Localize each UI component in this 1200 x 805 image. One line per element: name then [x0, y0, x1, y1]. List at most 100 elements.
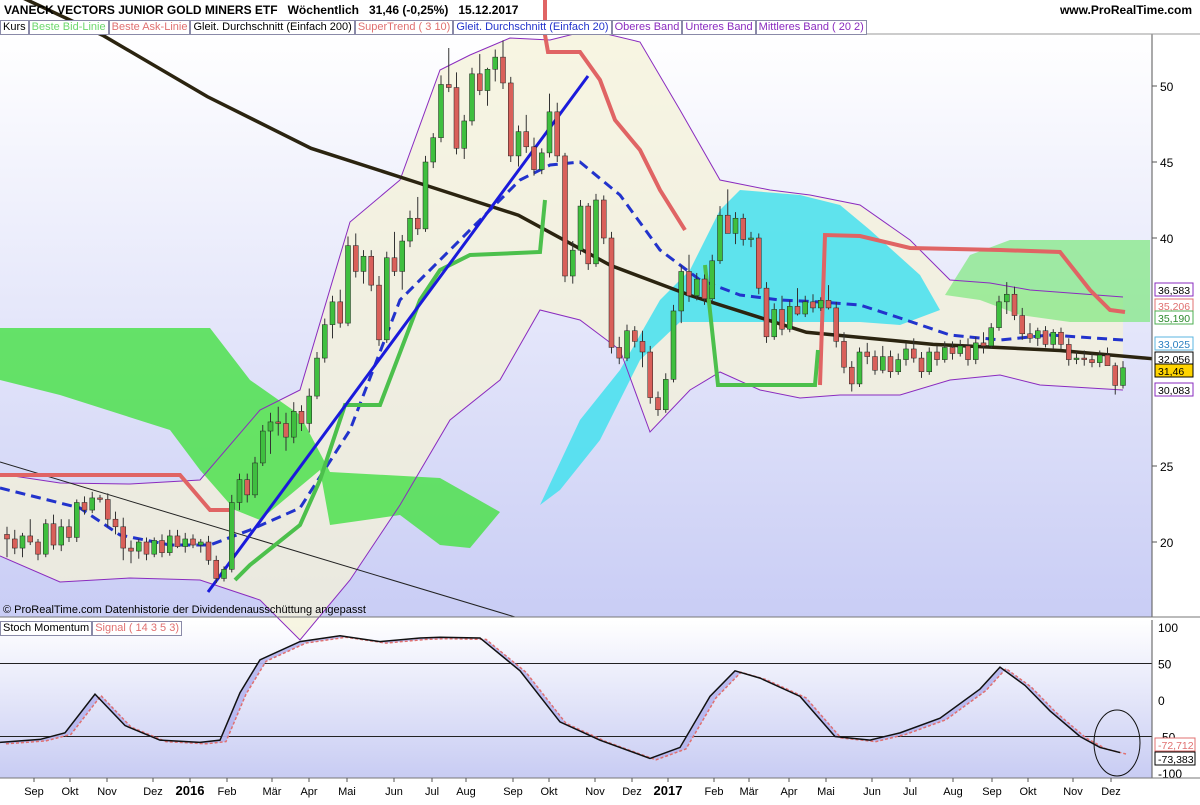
candle-body [329, 301, 336, 325]
legend-item[interactable]: Unteres Band [682, 20, 756, 35]
candle-body [1104, 354, 1111, 366]
candle-body [709, 260, 715, 300]
chart-header: VANECK VECTORS JUNIOR GOLD MINERS ETF Wö… [0, 0, 1200, 20]
x-tick-label: Okt [61, 786, 78, 798]
candle-body [438, 84, 444, 138]
price-tick-label: 40 [1160, 232, 1174, 246]
candle-body [732, 217, 739, 234]
candle-body [523, 131, 529, 148]
legend-item[interactable]: Oberes Band [611, 20, 683, 35]
legend-item[interactable]: Beste Bid-Linie [28, 20, 109, 35]
price-tick-label: 20 [1160, 536, 1174, 550]
candle-body [841, 341, 847, 368]
candle-body [12, 538, 18, 549]
site-link[interactable]: www.ProRealTime.com [1060, 3, 1192, 17]
momentum-badge-label: -72,712 [1158, 740, 1194, 752]
momentum-badge-label: -73,383 [1158, 754, 1194, 766]
candle-body [1073, 357, 1080, 360]
candle-body [136, 541, 142, 552]
candle-body [608, 237, 615, 348]
candle-body [973, 342, 979, 360]
candle-body [190, 538, 196, 546]
legend-item[interactable]: Gleit. Durchschnitt (Einfach 20) [453, 20, 612, 35]
candle-body [678, 271, 684, 312]
x-tick-label: Sep [503, 786, 523, 798]
candle-body [407, 217, 413, 242]
candle-body [213, 559, 219, 579]
candle-body [701, 278, 708, 300]
period-label: Wöchentlich [287, 3, 359, 17]
candle-body [500, 56, 506, 84]
x-tick-label: 2017 [654, 783, 683, 798]
candle-body [260, 430, 266, 464]
x-tick-label: Apr [300, 786, 317, 798]
legend-item[interactable]: Mittleres Band ( 20 2) [755, 20, 867, 35]
candle-body [926, 351, 932, 373]
legend-item[interactable]: Gleit. Durchschnitt (Einfach 200) [190, 20, 355, 35]
candle-body [810, 301, 816, 309]
candle-body [1019, 315, 1025, 335]
candle-body [593, 199, 599, 265]
candle-body [911, 348, 917, 359]
candle-body [205, 541, 212, 561]
candle-body [360, 255, 367, 272]
candle-body [880, 356, 886, 371]
footnote: © ProRealTime.com Datenhistorie der Divi… [3, 604, 366, 616]
x-tick-label: Mär [263, 786, 282, 798]
price-badge-label: 36,583 [1158, 285, 1190, 297]
candle-body [585, 205, 591, 265]
candle-body [655, 397, 661, 411]
candle-body [337, 301, 343, 324]
candle-body [422, 161, 429, 230]
candle-body [1004, 293, 1010, 303]
x-tick-label: Mai [338, 786, 356, 798]
candle-body [546, 111, 553, 154]
candle-body [849, 366, 855, 385]
candle-body [291, 411, 297, 438]
momentum-tick-label: 100 [1158, 621, 1178, 635]
x-tick-label: Aug [943, 786, 963, 798]
momentum-tick-label: 0 [1158, 694, 1165, 708]
candle-body [570, 249, 576, 277]
candle-body [508, 82, 514, 157]
candle-body [1097, 354, 1103, 363]
momentum-legend-item[interactable]: Stoch Momentum [0, 621, 93, 636]
candle-body [58, 526, 64, 546]
candle-body [298, 411, 305, 424]
candle-body [267, 421, 274, 432]
chart-frame: 50 45 40 25 20 36,583 35,206 35,190 33,025 32,056… [0, 0, 1200, 800]
candle-body [19, 535, 26, 549]
x-tick-label: Jul [425, 786, 439, 798]
candle-body [446, 84, 452, 88]
x-tick-label: Okt [540, 786, 557, 798]
price-chart: 504540252036,58335,20635,19033,02532,056… [0, 0, 1200, 798]
legend-item[interactable]: SuperTrend ( 3 10) [354, 20, 454, 35]
legend-item[interactable]: Kurs [0, 20, 29, 35]
momentum-tick-label: 50 [1158, 658, 1172, 672]
candle-body [244, 479, 250, 496]
x-tick-label: Okt [1019, 786, 1036, 798]
x-tick-label: Dez [143, 786, 163, 798]
candle-body [686, 271, 692, 297]
indicator-legend: Kurs Beste Bid-Linie Beste Ask-Linie Gleit.… [0, 20, 867, 35]
candle-body [818, 300, 824, 309]
candle-body [1027, 333, 1033, 339]
legend-item[interactable]: Beste Ask-Linie [108, 20, 191, 35]
x-tick-label: Nov [585, 786, 605, 798]
candle-body [647, 351, 653, 398]
momentum-legend-item[interactable]: Signal ( 14 3 5 3) [92, 621, 182, 636]
candle-body [624, 330, 630, 359]
candle-body [322, 324, 328, 359]
candle-body [887, 356, 894, 373]
candle-body [477, 73, 483, 91]
candle-body [430, 137, 436, 163]
candle-body [1066, 344, 1072, 360]
x-tick-label: Feb [705, 786, 724, 798]
candle-body [151, 540, 157, 555]
candle-body [97, 497, 103, 500]
candle-body [1011, 293, 1018, 316]
momentum-tick-label: -100 [1158, 767, 1182, 781]
candle-body [314, 357, 320, 397]
candle-body [105, 499, 111, 520]
candle-body [415, 217, 421, 230]
